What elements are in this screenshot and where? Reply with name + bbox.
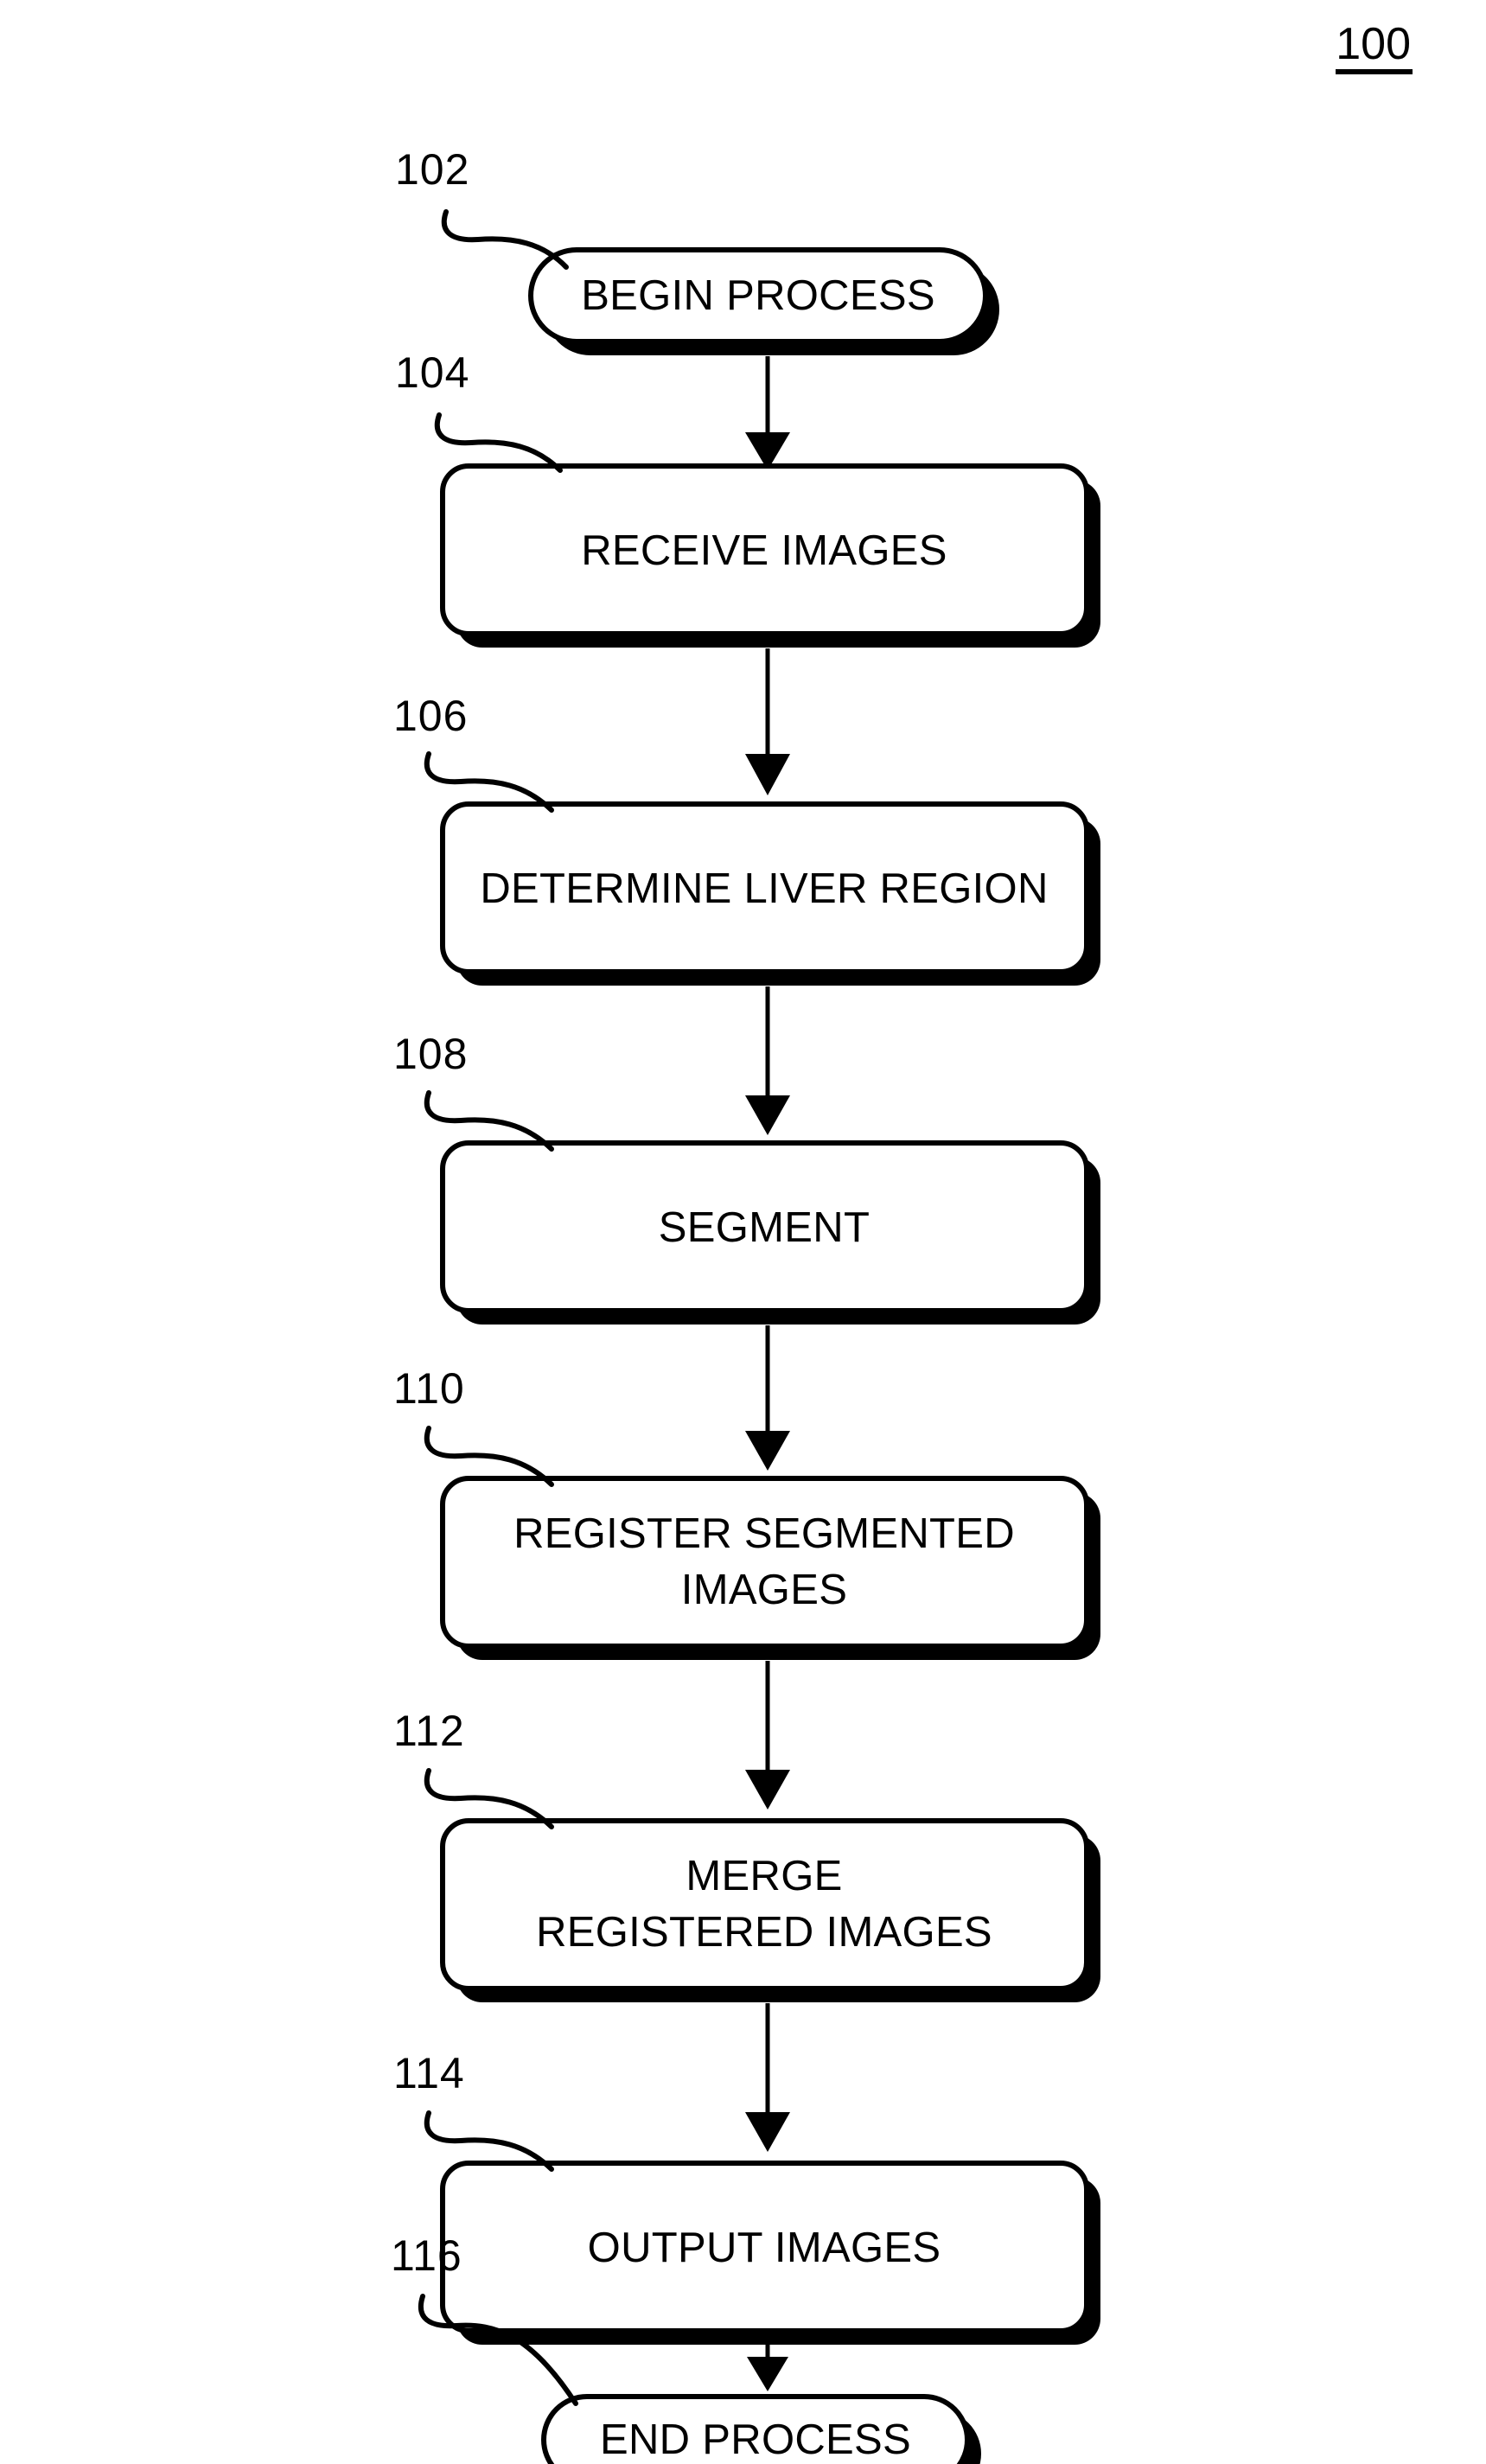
node-110-label-line2: IMAGES [681,1567,847,1613]
node-112-outline [440,1818,1089,1991]
node-110-outline [440,1476,1089,1649]
node-108-segment: SEGMENT [440,1140,1100,1325]
leader-104: 104 [395,348,563,473]
node-116-end-process: END PROCESS [541,2394,981,2464]
connector-108-110 [745,1325,790,1471]
figure-number: 100 [1336,19,1413,74]
leader-line-104 [434,412,563,473]
node-114-output-images: OUTPUT IMAGES [440,2161,1100,2345]
node-110-label-line1: REGISTER SEGMENTED [513,1510,1015,1557]
ref-num-114: 114 [393,2049,465,2097]
node-110-register-segmented-images: REGISTER SEGMENTED IMAGES [440,1476,1100,1660]
leader-114: 114 [393,2049,554,2172]
node-108-label: SEGMENT [659,1204,870,1251]
leader-112: 112 [393,1707,554,1829]
connector-114-116-arrowhead [747,2357,788,2391]
leader-102: 102 [395,145,569,270]
ref-num-110: 110 [393,1364,465,1413]
connector-106-108-arrowhead [745,1095,790,1135]
connector-104-106-arrowhead [745,754,790,795]
leader-108: 108 [393,1030,554,1152]
node-106-determine-liver-region: DETERMINE LIVER REGION [440,801,1100,986]
connector-110-112-arrowhead [745,1770,790,1810]
leader-110: 110 [393,1364,554,1487]
node-102-begin-process: BEGIN PROCESS [528,247,999,355]
connector-114-116 [747,2343,788,2391]
ref-num-102: 102 [395,145,469,194]
ref-num-106: 106 [393,692,468,740]
ref-num-112: 112 [393,1707,465,1755]
connector-104-106 [745,648,790,795]
node-116-label: END PROCESS [600,2416,911,2463]
node-102-label: BEGIN PROCESS [581,272,935,319]
node-104-label: RECEIVE IMAGES [581,527,947,574]
figure-number-text: 100 [1336,19,1411,69]
node-112-label-line2: REGISTERED IMAGES [536,1909,992,1956]
flowchart-canvas: 100 BEGIN PROCESS 102 RECEIVE IMAGES 104 [391,19,1413,2464]
ref-num-104: 104 [395,348,469,397]
node-114-label: OUTPUT IMAGES [588,2225,941,2271]
connector-102-104 [745,356,790,470]
ref-num-108: 108 [393,1030,468,1078]
connector-108-110-arrowhead [745,1431,790,1471]
patent-figure: 100 BEGIN PROCESS 102 RECEIVE IMAGES 104 [0,0,1486,2464]
leader-106: 106 [393,692,554,813]
connector-112-114 [745,2003,790,2152]
node-112-label-line1: MERGE [686,1853,842,1899]
node-104-receive-images: RECEIVE IMAGES [440,463,1100,648]
connector-110-112 [745,1661,790,1810]
connector-106-108 [745,986,790,1135]
node-106-label: DETERMINE LIVER REGION [480,865,1048,912]
ref-num-116: 116 [391,2231,462,2280]
node-112-merge-registered-images: MERGE REGISTERED IMAGES [440,1818,1100,2002]
connector-112-114-arrowhead [745,2112,790,2152]
